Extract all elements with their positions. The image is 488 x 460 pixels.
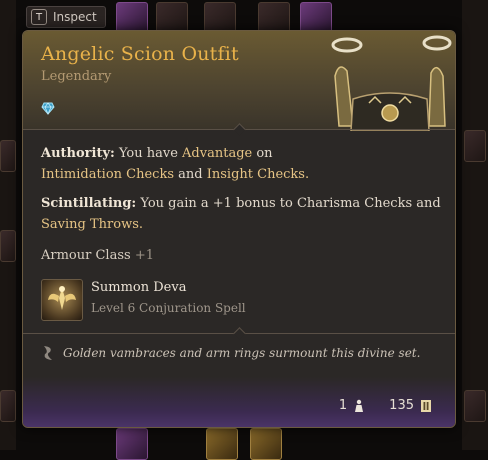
item-tooltip: Angelic Scion Outfit Legendary Authority… [22,30,456,428]
property-text: You gain a +1 bonus to Charisma Checks a… [140,196,441,211]
deva-wings-icon [48,286,76,310]
property-authority: Authority: You have Advantage on Intimid… [41,143,441,185]
inventory-edge-left [0,0,16,450]
keyword-advantage[interactable]: Advantage [182,146,252,161]
coin-icon [421,399,431,412]
inventory-slot[interactable] [250,428,282,460]
armour-class-row: Armour Class +1 [41,245,441,266]
inventory-slot[interactable] [206,428,238,460]
inventory-slot[interactable] [0,230,16,262]
item-art-icon [331,35,452,131]
keyword-intimidation-checks[interactable]: Intimidation Checks [41,167,174,182]
inventory-slot[interactable] [464,130,486,162]
property-text: on [256,146,273,161]
inventory-slot[interactable] [464,390,486,422]
item-name: Angelic Scion Outfit [41,43,239,65]
inspect-button[interactable]: T Inspect [26,6,106,28]
keyword-saving-throws[interactable]: Saving Throws. [41,217,143,232]
inventory-edge-right [462,0,488,450]
weight-icon [355,399,364,412]
footer-stats: 1 135 [339,398,432,413]
spell-subtitle: Level 6 Conjuration Spell [91,301,246,315]
inventory-slot[interactable] [0,390,16,422]
spell-name: Summon Deva [91,280,187,295]
property-text: You have [118,146,178,161]
item-rarity: Legendary [41,69,112,84]
weight-value: 1 [338,398,348,413]
inventory-slot[interactable] [0,140,16,172]
property-name: Authority: [41,146,115,161]
armour-class-label: Armour Class [41,248,131,263]
inspect-label: Inspect [53,10,97,24]
property-scintillating: Scintillating: You gain a +1 bonus to Ch… [41,193,441,235]
divider-notch [233,327,246,340]
property-text: and [178,167,203,182]
keyword-insight-checks[interactable]: Insight Checks. [207,167,309,182]
gem-icon [41,102,55,115]
inventory-slot[interactable] [116,428,148,460]
armour-class-value: +1 [134,248,154,263]
gold-value: 135 [389,398,414,413]
keybind-t: T [31,9,47,25]
spell-icon[interactable] [41,279,83,321]
quill-icon [44,346,52,360]
flavor-text: Golden vambraces and arm rings surmount … [63,346,421,360]
property-name: Scintillating: [41,196,137,211]
